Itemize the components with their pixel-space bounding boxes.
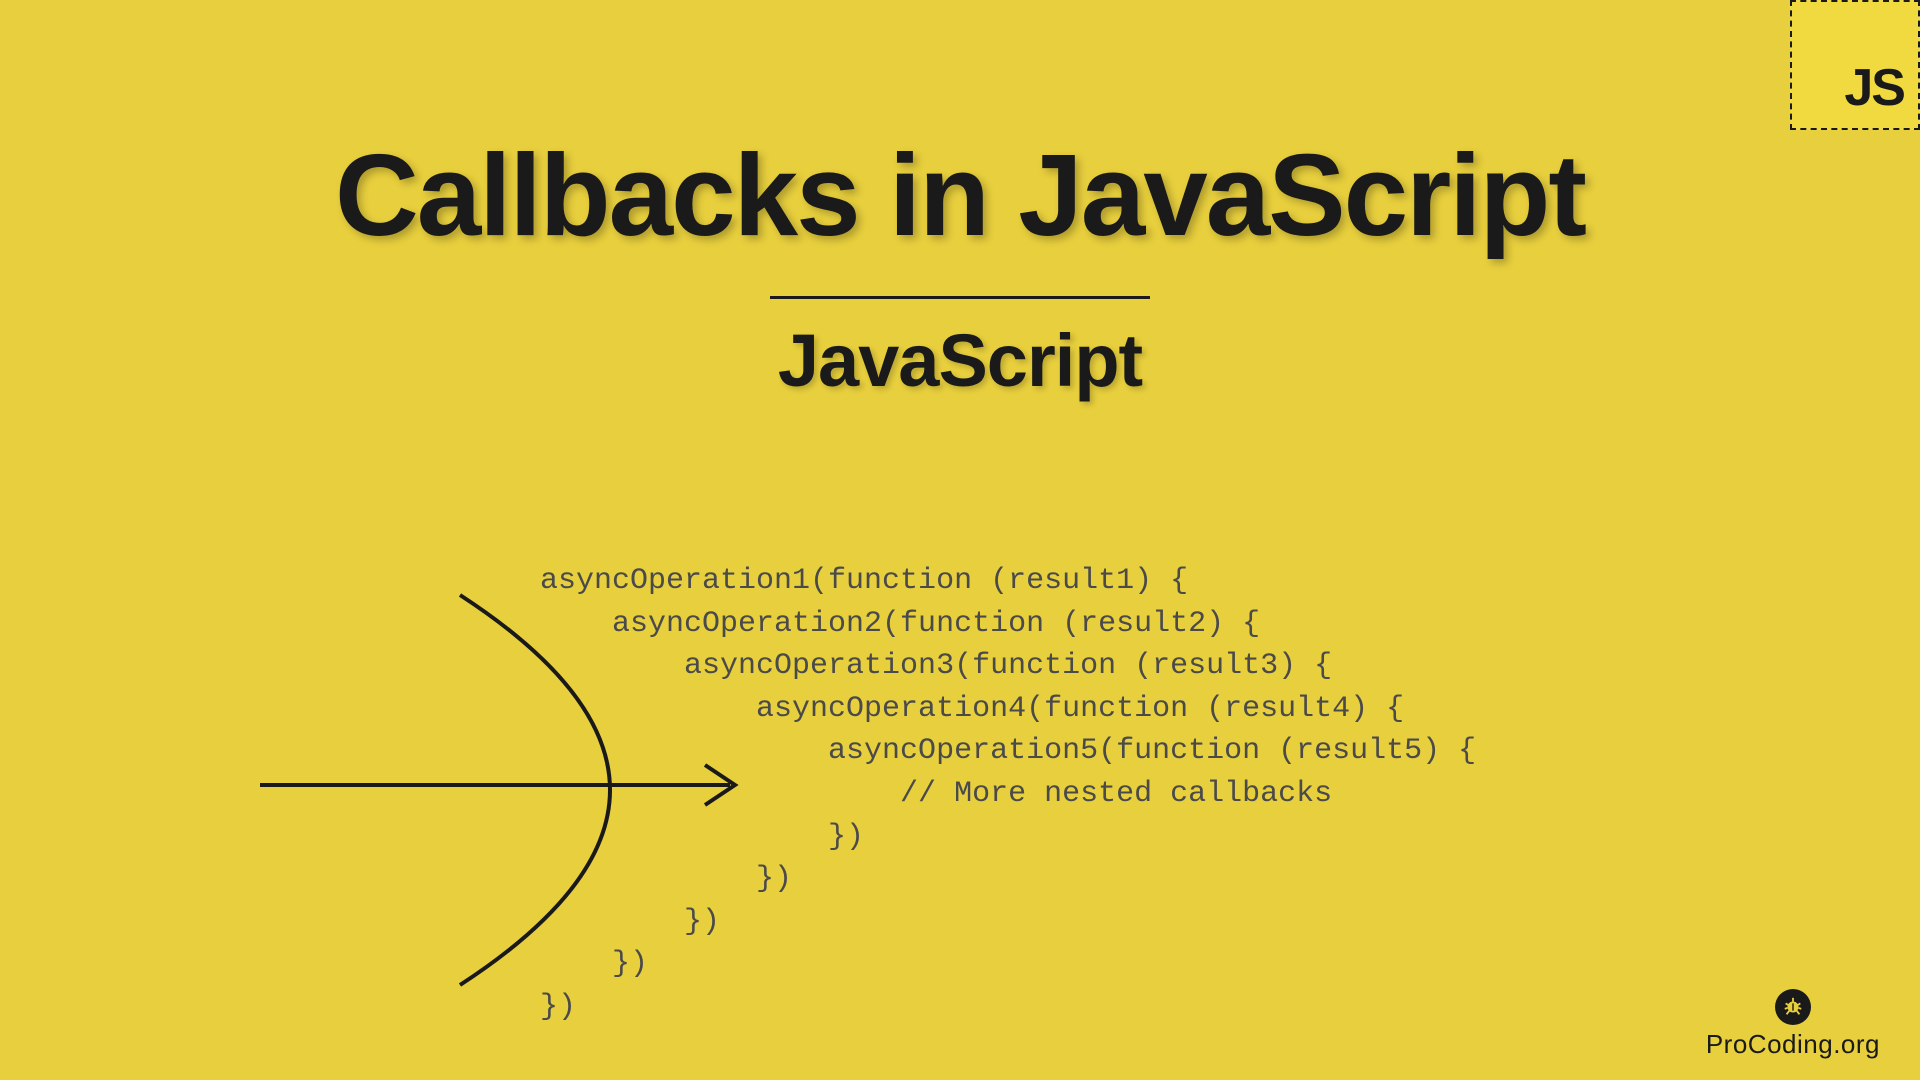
brand-text: ProCoding.org: [1706, 1029, 1880, 1060]
code-line: asyncOperation2(function (result2) {: [540, 607, 1260, 641]
brand-footer: ProCoding.org: [1706, 989, 1880, 1060]
subtitle: JavaScript: [778, 318, 1142, 403]
code-line: }): [540, 820, 864, 854]
code-line: }): [540, 862, 792, 896]
code-block: asyncOperation1(function (result1) { asy…: [540, 560, 1476, 1029]
code-line: asyncOperation1(function (result1) {: [540, 564, 1188, 598]
js-badge-text: JS: [1844, 58, 1904, 118]
code-line: // More nested callbacks: [540, 777, 1332, 811]
code-line: }): [540, 905, 720, 939]
js-badge: JS: [1790, 0, 1920, 130]
code-line: }): [540, 990, 576, 1024]
code-line: asyncOperation5(function (result5) {: [540, 734, 1476, 768]
bug-icon: [1775, 989, 1811, 1025]
code-line: asyncOperation4(function (result4) {: [540, 692, 1404, 726]
code-line: asyncOperation3(function (result3) {: [540, 649, 1332, 683]
code-line: }): [540, 947, 648, 981]
main-title: Callbacks in JavaScript: [335, 128, 1585, 262]
title-divider: [770, 296, 1150, 299]
